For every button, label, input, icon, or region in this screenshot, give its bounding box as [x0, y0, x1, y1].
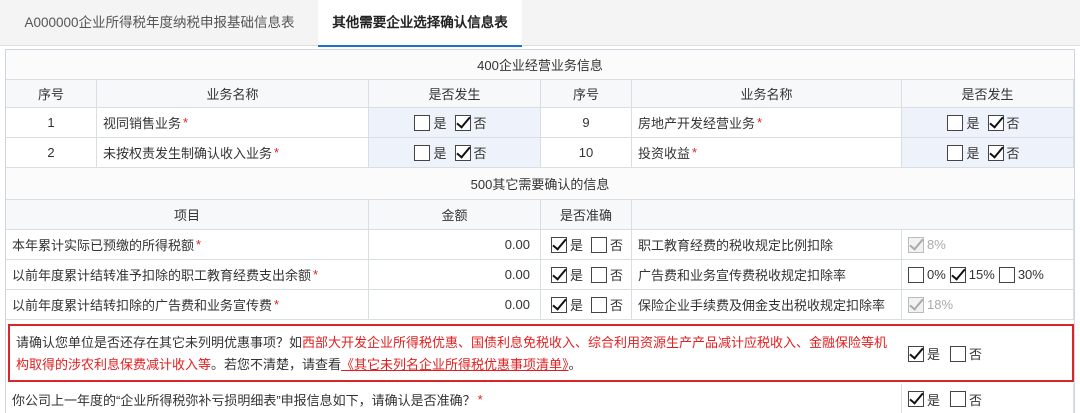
- business-name: 房地产开发经营业务 *: [632, 108, 902, 138]
- yes-option[interactable]: 是: [908, 344, 940, 363]
- row-seq: 2: [6, 138, 97, 168]
- preference-list-link[interactable]: 《其它未列名企业所得税优惠事项清单》: [341, 357, 569, 372]
- section-500-title: 500其它需要确认的信息: [6, 168, 1074, 200]
- notice-choice: 是 否: [908, 344, 990, 363]
- header-blank: [632, 200, 1074, 230]
- amount-value[interactable]: 0.00: [369, 290, 541, 320]
- no-option[interactable]: 否: [454, 113, 487, 132]
- header-name-left: 业务名称: [97, 80, 369, 108]
- no-checkbox[interactable]: [591, 236, 608, 253]
- no-option[interactable]: 否: [591, 295, 623, 314]
- rate-option-30[interactable]: 30%: [998, 266, 1044, 283]
- yes-option[interactable]: 是: [414, 143, 447, 162]
- amount-value[interactable]: 0.00: [369, 230, 541, 260]
- unlisted-preference-notice: 请确认您单位是否还存在其它未列明优惠事项？如西部大开发企业所得税优惠、国债利息免…: [8, 324, 1074, 382]
- yes-checkbox[interactable]: [908, 345, 924, 362]
- yes-checkbox[interactable]: [414, 114, 431, 131]
- row-seq: 1: [6, 108, 97, 138]
- header-accurate: 是否准确: [541, 200, 632, 230]
- no-checkbox[interactable]: [950, 345, 967, 362]
- yes-checkbox[interactable]: [551, 236, 567, 253]
- header-seq-left: 序号: [6, 80, 97, 108]
- accurate-choice: 是 否: [541, 290, 632, 320]
- section-400-title: 400企业经营业务信息: [6, 50, 1074, 80]
- no-checkbox[interactable]: [591, 296, 608, 313]
- yes-option[interactable]: 是: [551, 235, 583, 254]
- no-option[interactable]: 否: [950, 390, 982, 409]
- no-option[interactable]: 否: [987, 113, 1020, 132]
- occurred-choice: 是 否: [902, 138, 1074, 168]
- no-checkbox[interactable]: [950, 391, 967, 407]
- row-seq: 10: [541, 138, 632, 168]
- rate-option-15[interactable]: 15%: [949, 266, 995, 283]
- rule-value: 18%: [902, 290, 1074, 320]
- business-name: 视同销售业务 *: [97, 108, 369, 138]
- yes-option[interactable]: 是: [947, 143, 980, 162]
- loss-table-confirm-row: 你公司上一年度的“企业所得税弥补亏损明细表”申报信息如下，请确认是否准确？ * 是…: [6, 384, 1074, 413]
- tab-other-confirm[interactable]: 其他需要企业选择确认信息表: [318, 0, 522, 47]
- rule-value: 8%: [902, 230, 1074, 260]
- tab-bar: A000000企业所得税年度纳税申报基础信息表 其他需要企业选择确认信息表: [0, 0, 1080, 47]
- header-name-right: 业务名称: [632, 80, 902, 108]
- yes-checkbox[interactable]: [947, 114, 964, 131]
- no-checkbox[interactable]: [591, 266, 608, 283]
- accurate-choice: 是 否: [541, 260, 632, 290]
- header-item: 项目: [6, 200, 369, 230]
- rate-checkbox[interactable]: [908, 266, 924, 283]
- no-checkbox[interactable]: [454, 144, 471, 161]
- no-checkbox[interactable]: [987, 114, 1004, 131]
- row-seq: 9: [541, 108, 632, 138]
- rate-option-0[interactable]: 0%: [908, 266, 946, 283]
- yes-checkbox[interactable]: [908, 391, 924, 407]
- no-checkbox[interactable]: [987, 144, 1004, 161]
- no-option[interactable]: 否: [950, 344, 982, 363]
- yes-option[interactable]: 是: [551, 295, 583, 314]
- amount-value[interactable]: 0.00: [369, 260, 541, 290]
- occurred-choice: 是 否: [369, 138, 541, 168]
- no-option[interactable]: 否: [987, 143, 1020, 162]
- loss-question: 你公司上一年度的“企业所得税弥补亏损明细表”申报信息如下，请确认是否准确？ *: [6, 384, 902, 413]
- business-name: 未按权责发生制确认收入业务 *: [97, 138, 369, 168]
- item-label: 以前年度累计结转扣除的广告费和业务宣传费 *: [6, 290, 369, 320]
- item-label: 以前年度累计结转准予扣除的职工教育经费支出余额 *: [6, 260, 369, 290]
- no-checkbox[interactable]: [454, 114, 471, 131]
- header-seq-right: 序号: [541, 80, 632, 108]
- header-amount: 金额: [369, 200, 541, 230]
- no-option[interactable]: 否: [591, 265, 623, 284]
- occurred-choice: 是 否: [902, 108, 1074, 138]
- yes-option[interactable]: 是: [551, 265, 583, 284]
- rate-options: 0% 15% 30%: [902, 260, 1074, 290]
- checked-disabled-checkbox: [908, 296, 924, 313]
- yes-option[interactable]: 是: [908, 390, 940, 409]
- yes-option[interactable]: 是: [414, 113, 447, 132]
- rate-checkbox[interactable]: [998, 266, 1015, 283]
- notice-text: 请确认您单位是否还存在其它未列明优惠事项？如西部大开发企业所得税优惠、国债利息免…: [16, 335, 888, 372]
- item-label: 本年累计实际已预缴的所得税额 *: [6, 230, 369, 260]
- loss-choice: 是 否: [902, 384, 1074, 413]
- checked-disabled-checkbox: [908, 236, 924, 253]
- occurred-choice: 是 否: [369, 108, 541, 138]
- yes-checkbox[interactable]: [947, 144, 964, 161]
- no-option[interactable]: 否: [591, 235, 623, 254]
- yes-checkbox[interactable]: [551, 296, 567, 313]
- business-name: 投资收益 *: [632, 138, 902, 168]
- yes-option[interactable]: 是: [947, 113, 980, 132]
- header-occurred-right: 是否发生: [902, 80, 1074, 108]
- yes-checkbox[interactable]: [551, 266, 567, 283]
- rule-label: 职工教育经费的税收规定比例扣除: [632, 230, 902, 260]
- header-occurred-left: 是否发生: [369, 80, 541, 108]
- no-option[interactable]: 否: [454, 143, 487, 162]
- yes-checkbox[interactable]: [414, 144, 431, 161]
- rule-label: 保险企业手续费及佣金支出税收规定扣除率: [632, 290, 902, 320]
- form-frame: 400企业经营业务信息 序号 业务名称 是否发生 序号 业务名称 是否发生 1 …: [5, 49, 1075, 413]
- accurate-choice: 是 否: [541, 230, 632, 260]
- rule-label: 广告费和业务宣传费税收规定扣除率: [632, 260, 902, 290]
- tab-basic-info[interactable]: A000000企业所得税年度纳税申报基础信息表: [22, 0, 297, 46]
- rate-checkbox[interactable]: [949, 266, 966, 283]
